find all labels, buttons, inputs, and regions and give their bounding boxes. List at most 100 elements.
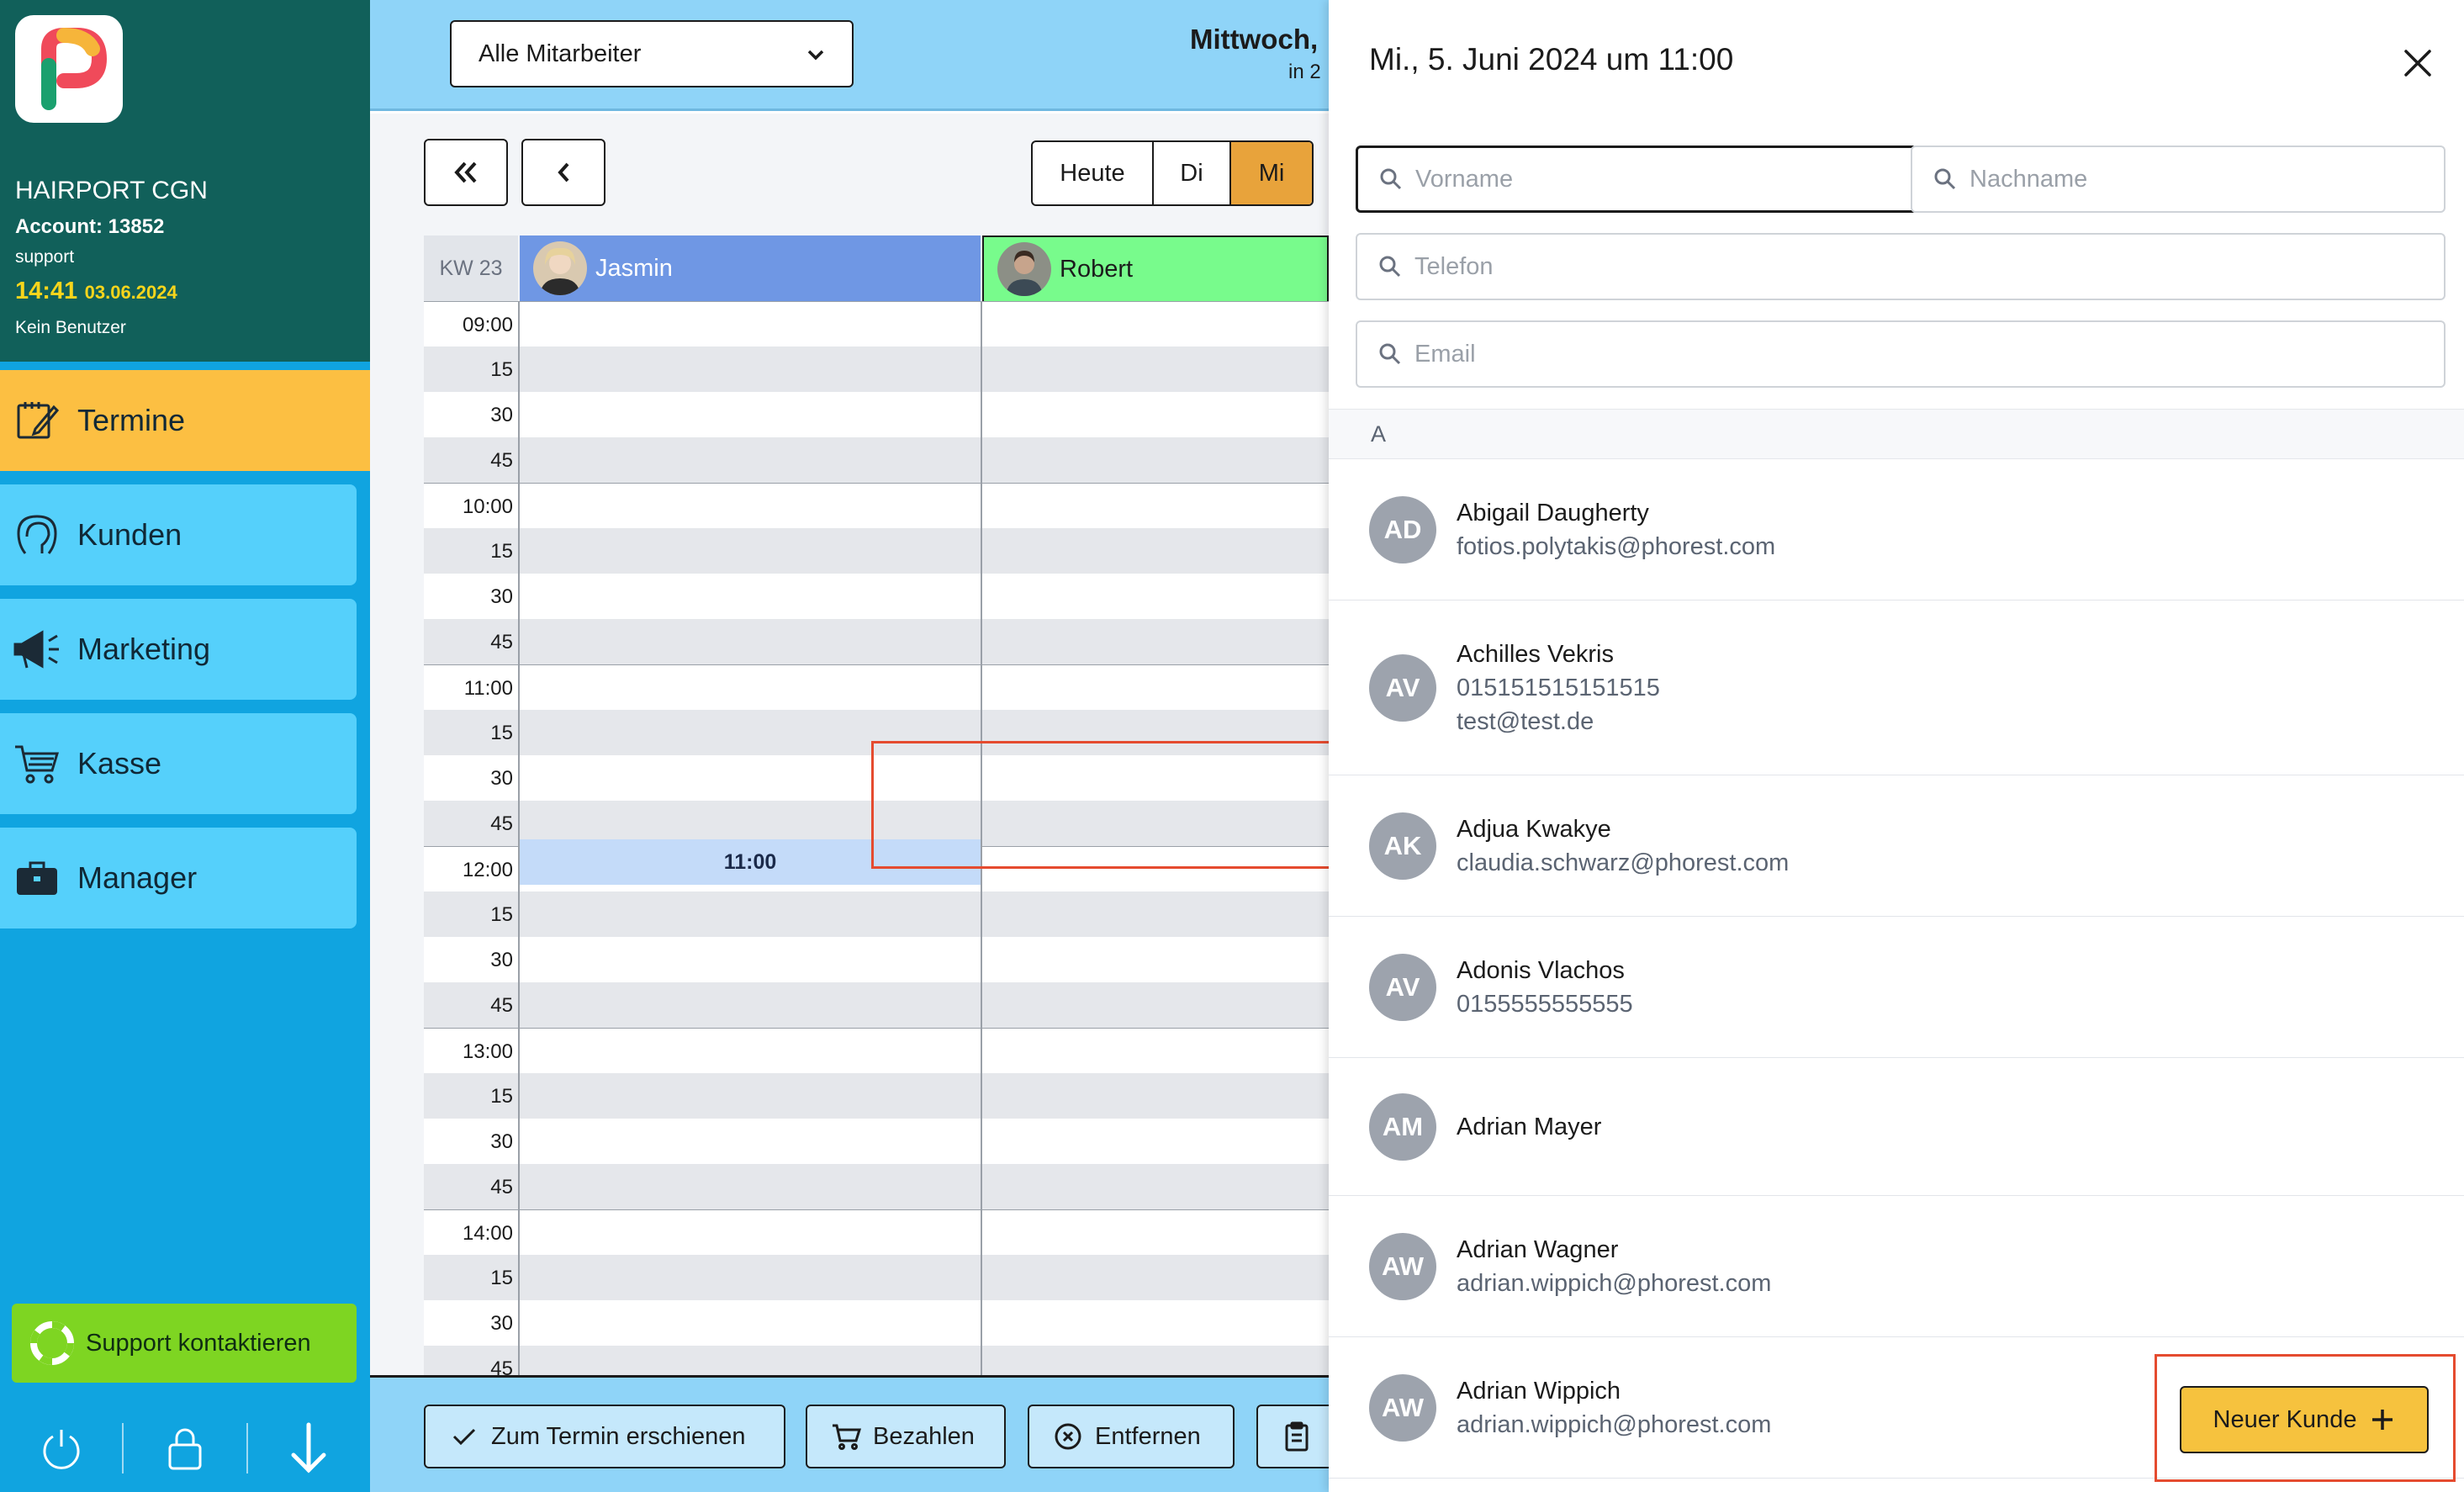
sidebar-footer [0,1406,370,1490]
time-label: 13:00 [462,1040,513,1063]
search-icon [1379,343,1401,365]
time-label: 30 [490,1130,513,1153]
remove-button[interactable]: Entfernen [1028,1405,1235,1468]
time-label: 15 [490,1085,513,1108]
time-row[interactable]: 45 [424,982,1329,1028]
client-list-item[interactable]: AV Achilles Vekris 015151515151515 test@tes… [1329,601,2464,775]
letter-section-header: A [1329,409,2464,459]
email-field[interactable] [1356,320,2445,388]
client-list-item[interactable]: AV Adonis Vlachos 0155555555555 [1329,917,2464,1058]
phone-field[interactable] [1356,233,2445,300]
nav-item-marketing[interactable]: Marketing [0,599,357,700]
last-name-input[interactable] [1970,165,2395,193]
time-row[interactable]: 30 [424,1119,1329,1164]
time-row[interactable]: 15 [424,1255,1329,1300]
clipboard-icon [1280,1420,1314,1453]
staff-name: Robert [1060,255,1134,283]
client-detail: test@test.de [1457,708,1594,735]
highlight-box [2155,1354,2456,1482]
client-detail: fotios.polytakis@phorest.com [1457,533,1776,560]
nav-item-manager[interactable]: Manager [0,828,357,929]
close-button[interactable] [2388,34,2447,93]
time-label: 15 [490,1267,513,1289]
client-name: Adrian Mayer [1457,1114,1602,1140]
lock-icon [168,1428,202,1470]
time-label: 30 [490,404,513,426]
first-name-field[interactable] [1356,145,1917,213]
staff-name: Jasmin [595,254,673,282]
time-label: 45 [490,1357,513,1375]
time-label: 15 [490,722,513,744]
day-wednesday-button[interactable]: Mi [1231,142,1312,204]
day-switcher: Heute Di Mi [1031,140,1314,206]
time-row[interactable]: 30 [424,574,1329,619]
time-row[interactable]: 14:00 [424,1209,1329,1255]
client-avatar: AW [1369,1374,1436,1442]
clock-date: 03.06.2024 [84,282,177,303]
circle-x-icon [1051,1420,1085,1453]
email-input[interactable] [1414,340,2284,368]
time-row[interactable]: 30 [424,392,1329,437]
today-button[interactable]: Heute [1033,142,1154,204]
staff-column-header[interactable]: Robert [982,235,1329,301]
salon-name: HAIRPORT CGN [15,177,208,204]
client-name: Adonis Vlachos [1457,957,1625,984]
staff-column-header[interactable]: Jasmin [520,235,981,301]
week-number: KW 23 [424,235,518,301]
time-row[interactable]: 45 [424,1346,1329,1375]
time-row[interactable]: 15 [424,347,1329,392]
calendar-area: Heute Di Mi 09:00 15 30 45 10:00 15 30 45 11:00 1… [370,114,1329,1375]
time-row[interactable]: 15 [424,1073,1329,1119]
time-label: 30 [490,767,513,790]
client-list-item[interactable]: AW Adrian Wagner adrian.wippich@phorest.co… [1329,1196,2464,1337]
time-row[interactable]: 15 [424,891,1329,937]
search-icon [1379,256,1401,278]
client-list-item[interactable]: AK Adjua Kwakye claudia.schwarz@phorest.co… [1329,775,2464,917]
back-week-button[interactable] [424,139,508,206]
chevron-left-icon [558,162,569,183]
day-tuesday-button[interactable]: Di [1154,142,1231,204]
nav-item-kunden[interactable]: Kunden [0,484,357,585]
double-chevron-left-icon [454,161,477,183]
time-row[interactable]: 10:00 [424,483,1329,528]
time-row[interactable]: 11:00 [424,664,1329,710]
time-row[interactable]: 45 [424,437,1329,483]
first-name-input[interactable] [1415,165,1861,193]
pay-button[interactable]: Bezahlen [806,1405,1006,1468]
nav-item-kasse[interactable]: Kasse [0,713,357,814]
time-label: 11:00 [463,677,513,700]
calendar-header: Alle Mitarbeiter Mittwoch, in 2 [370,0,1329,111]
chevron-down-icon [807,50,824,61]
action-bar: Zum Termin erschienen Bezahlen Entfernen [370,1375,1357,1492]
client-list-item[interactable]: AD Abigail Daugherty fotios.polytakis@phor… [1329,459,2464,601]
staff-select[interactable]: Alle Mitarbeiter [450,20,854,87]
time-label: 15 [490,358,513,381]
last-name-field[interactable] [1911,145,2445,213]
support-button[interactable]: Support kontaktieren [12,1304,357,1383]
time-label: 15 [490,903,513,926]
time-row[interactable]: 15 [424,528,1329,574]
time-label: 45 [490,631,513,653]
time-row[interactable]: 09:00 [424,301,1329,347]
time-row[interactable]: 45 [424,1164,1329,1209]
staff-avatar [997,242,1051,296]
download-button[interactable] [248,1415,370,1482]
back-day-button[interactable] [521,139,605,206]
nav-item-termine[interactable]: Termine [0,370,370,471]
time-row[interactable]: 30 [424,1300,1329,1346]
client-list-item[interactable]: AM Adrian Mayer [1329,1058,2464,1196]
time-row[interactable]: 30 [424,937,1329,982]
power-button[interactable] [0,1415,122,1482]
pay-label: Bezahlen [873,1422,975,1450]
time-row[interactable]: 45 [424,619,1329,664]
lock-button[interactable] [124,1415,246,1482]
clock: 14:41 03.06.2024 [15,278,177,305]
close-icon [2404,50,2431,77]
nav-label: Kasse [77,746,162,780]
time-row[interactable]: 13:00 [424,1028,1329,1073]
arrived-button[interactable]: Zum Termin erschienen [424,1405,785,1468]
sidebar-header: HAIRPORT CGN Account: 13852 support 14:4… [0,0,370,362]
time-label: 30 [490,1312,513,1335]
phone-input[interactable] [1414,252,2284,281]
client-name: Adrian Wippich [1457,1378,1621,1405]
